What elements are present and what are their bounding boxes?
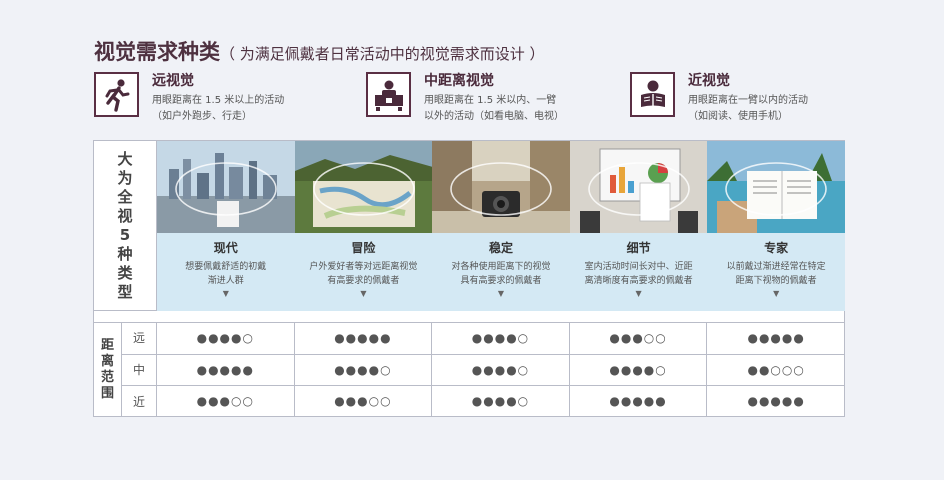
type-name: 冒险: [351, 241, 376, 255]
title-main: 视觉需求种类: [94, 40, 220, 64]
rating-dots: ●●●●○: [295, 354, 433, 386]
type-name: 现代: [213, 241, 238, 255]
comparison-matrix: 大 为 全 视 5 种 类 型 现代 想要佩戴舒适的初戴 渐进人群 ▼ 冒险 户…: [93, 140, 845, 417]
rating-dots: ●●●○○: [295, 386, 433, 417]
type-name: 细节: [626, 241, 651, 255]
type-column-expert: 专家 以前戴过渐进经常在特定 距离下视物的佩戴者 ▼: [707, 141, 845, 311]
type-photo-street: [432, 141, 570, 233]
rating-dots: ●●●○○: [570, 322, 708, 354]
type-name: 稳定: [488, 241, 513, 255]
vision-type-far: 远视觉 用眼距离在 1.5 米以上的活动 （如户外跑步、行走）: [94, 72, 284, 125]
type-column-stable: 稳定 对各种使用距离下的视觉 具有高要求的佩戴者 ▼: [432, 141, 570, 311]
chevron-down-icon: ▼: [360, 289, 367, 298]
title-subtitle: （ 为满足佩戴者日常活动中的视觉需求而设计 ）: [220, 45, 545, 63]
distance-label: 远: [122, 322, 157, 354]
running-person-icon: [94, 72, 139, 117]
rating-dots: ●●●●○: [432, 322, 570, 354]
vision-name: 远视觉: [152, 73, 194, 89]
vision-desc: 用眼距离在 1.5 米以内、一臂 以外的活动（如看电脑、电视）: [424, 95, 564, 122]
distance-rows: 远 ●●●●○ ●●●●● ●●●●○ ●●●○○ ●●●●● 中 ●●●●● …: [122, 322, 845, 417]
type-photo-city: [157, 141, 295, 233]
rating-dots: ●●●●○: [157, 322, 295, 354]
rating-dots: ●●●●○: [432, 354, 570, 386]
table-row: 远 ●●●●○ ●●●●● ●●●●○ ●●●○○ ●●●●●: [122, 322, 845, 354]
rating-dots: ●●●●○: [570, 354, 708, 386]
rating-dots: ●●●●○: [432, 386, 570, 417]
types-header: 大 为 全 视 5 种 类 型: [94, 141, 157, 311]
reading-person-icon: [630, 72, 675, 117]
type-columns: 现代 想要佩戴舒适的初戴 渐进人群 ▼ 冒险 户外爱好者等对远距离视觉 有高要求…: [157, 141, 845, 311]
rating-dots: ●●●●●: [570, 386, 708, 417]
rating-dots: ●●●●●: [747, 394, 805, 409]
rating-dots: ●●●●●: [157, 354, 295, 386]
rating-dots: ●●●○○: [157, 386, 295, 417]
distance-header: 距 离 范 围: [94, 322, 122, 417]
table-row: 中 ●●●●● ●●●●○ ●●●●○ ●●●●○ ●●○○○: [122, 353, 845, 386]
vision-type-intermediate: 中距离视觉 用眼距离在 1.5 米以内、一臂 以外的活动（如看电脑、电视）: [366, 72, 564, 125]
chevron-down-icon: ▼: [497, 289, 505, 298]
type-column-adventure: 冒险 户外爱好者等对远距离视觉 有高要求的佩戴者 ▼: [294, 141, 433, 311]
type-desc: 想要佩戴舒适的初戴 渐进人群: [185, 262, 267, 286]
type-photo-presentation: [569, 141, 708, 233]
rating-dots: ●●○○○: [747, 362, 805, 377]
type-desc: 户外爱好者等对远距离视觉 有高要求的佩戴者: [309, 262, 418, 286]
vision-name: 近视觉: [688, 73, 730, 89]
type-desc: 室内活动时间长对中、近距 离清晰度有高要求的佩戴者: [584, 262, 693, 286]
chevron-down-icon: ▼: [635, 289, 642, 298]
type-photo-map: [294, 141, 433, 233]
vision-name: 中距离视觉: [424, 73, 494, 89]
table-row: 近 ●●●○○ ●●●○○ ●●●●○ ●●●●● ●●●●●: [122, 385, 845, 417]
type-name: 专家: [764, 241, 789, 255]
vision-desc: 用眼距离在 1.5 米以上的活动 （如户外跑步、行走）: [152, 95, 285, 122]
rating-dots: ●●●●●: [747, 330, 805, 345]
type-photo-poolside-reading: [707, 141, 845, 233]
type-desc: 对各种使用距离下的视觉 具有高要求的佩戴者: [451, 262, 551, 286]
distance-label: 中: [122, 354, 157, 386]
computer-user-icon: [366, 72, 411, 117]
type-desc: 以前戴过渐进经常在特定 距离下视物的佩戴者: [726, 262, 826, 286]
distance-label: 近: [122, 386, 157, 417]
rating-dots: ●●●●●: [295, 322, 433, 354]
chevron-down-icon: ▼: [773, 289, 780, 298]
page-title: 视觉需求种类（ 为满足佩戴者日常活动中的视觉需求而设计 ）: [94, 36, 545, 66]
type-column-detail: 细节 室内活动时间长对中、近距 离清晰度有高要求的佩戴者 ▼: [569, 141, 708, 311]
chevron-down-icon: ▼: [222, 289, 229, 298]
vision-type-near: 近视觉 用眼距离在一臂以内的活动 （如阅读、使用手机）: [630, 72, 808, 125]
type-column-modern: 现代 想要佩戴舒适的初戴 渐进人群 ▼: [157, 141, 295, 311]
vision-desc: 用眼距离在一臂以内的活动 （如阅读、使用手机）: [688, 95, 808, 122]
